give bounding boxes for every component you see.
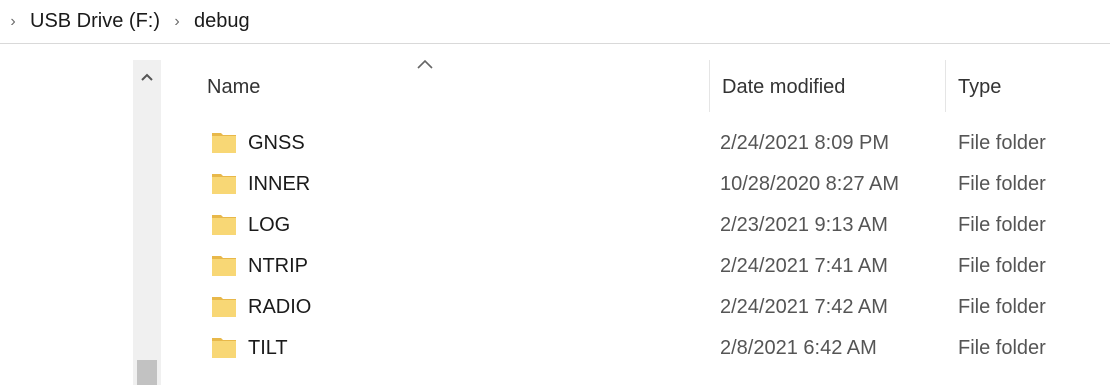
file-date-modified: 2/24/2021 7:42 AM: [720, 295, 888, 318]
file-name: INNER: [248, 172, 311, 195]
column-divider[interactable]: [709, 60, 710, 112]
breadcrumb-item-folder[interactable]: debug: [190, 10, 254, 33]
chevron-right-icon[interactable]: ›: [164, 13, 190, 31]
folder-icon: [212, 297, 236, 317]
scroll-up-icon[interactable]: [133, 66, 161, 88]
list-item[interactable]: LOG 2/23/2021 9:13 AM File folder: [200, 204, 1110, 246]
column-header-date-label: Date modified: [722, 75, 846, 98]
list-item[interactable]: GNSS 2/24/2021 8:09 PM File folder: [200, 122, 1110, 164]
column-header-type-label: Type: [958, 75, 1002, 98]
file-name: NTRIP: [248, 254, 308, 277]
file-type: File folder: [958, 131, 1046, 154]
file-date-modified: 10/28/2020 8:27 AM: [720, 172, 900, 195]
file-type: File folder: [958, 172, 1046, 195]
folder-icon: [212, 338, 236, 358]
folder-icon: [212, 256, 236, 276]
file-type: File folder: [958, 254, 1046, 277]
column-header-date[interactable]: Date modified: [722, 56, 845, 118]
chevron-right-icon[interactable]: ›: [0, 13, 26, 31]
file-name: GNSS: [248, 131, 305, 154]
list-item[interactable]: NTRIP 2/24/2021 7:41 AM File folder: [200, 245, 1110, 287]
column-header-type[interactable]: Type: [958, 56, 1001, 118]
file-type: File folder: [958, 295, 1046, 318]
breadcrumb: › USB Drive (F:) › debug: [0, 0, 1110, 44]
folder-icon: [212, 133, 236, 153]
file-type: File folder: [958, 213, 1046, 236]
folder-icon: [212, 215, 236, 235]
list-item[interactable]: RADIO 2/24/2021 7:42 AM File folder: [200, 286, 1110, 328]
breadcrumb-item-drive[interactable]: USB Drive (F:): [26, 10, 164, 33]
file-type: File folder: [958, 336, 1046, 359]
sort-ascending-icon: [417, 59, 433, 69]
navigation-pane-scrollbar[interactable]: [133, 60, 161, 385]
file-date-modified: 2/23/2021 9:13 AM: [720, 213, 888, 236]
list-item[interactable]: TILT 2/8/2021 6:42 AM File folder: [200, 327, 1110, 369]
file-name: TILT: [248, 336, 288, 359]
file-date-modified: 2/24/2021 7:41 AM: [720, 254, 888, 277]
file-name: LOG: [248, 213, 291, 236]
folder-icon: [212, 174, 236, 194]
column-header-name[interactable]: Name: [207, 56, 260, 118]
file-name: RADIO: [248, 295, 312, 318]
file-date-modified: 2/8/2021 6:42 AM: [720, 336, 877, 359]
column-divider[interactable]: [945, 60, 946, 112]
list-item[interactable]: INNER 10/28/2020 8:27 AM File folder: [200, 163, 1110, 205]
column-header-name-label: Name: [207, 75, 261, 98]
file-date-modified: 2/24/2021 8:09 PM: [720, 131, 890, 154]
scrollbar-thumb[interactable]: [137, 360, 157, 385]
